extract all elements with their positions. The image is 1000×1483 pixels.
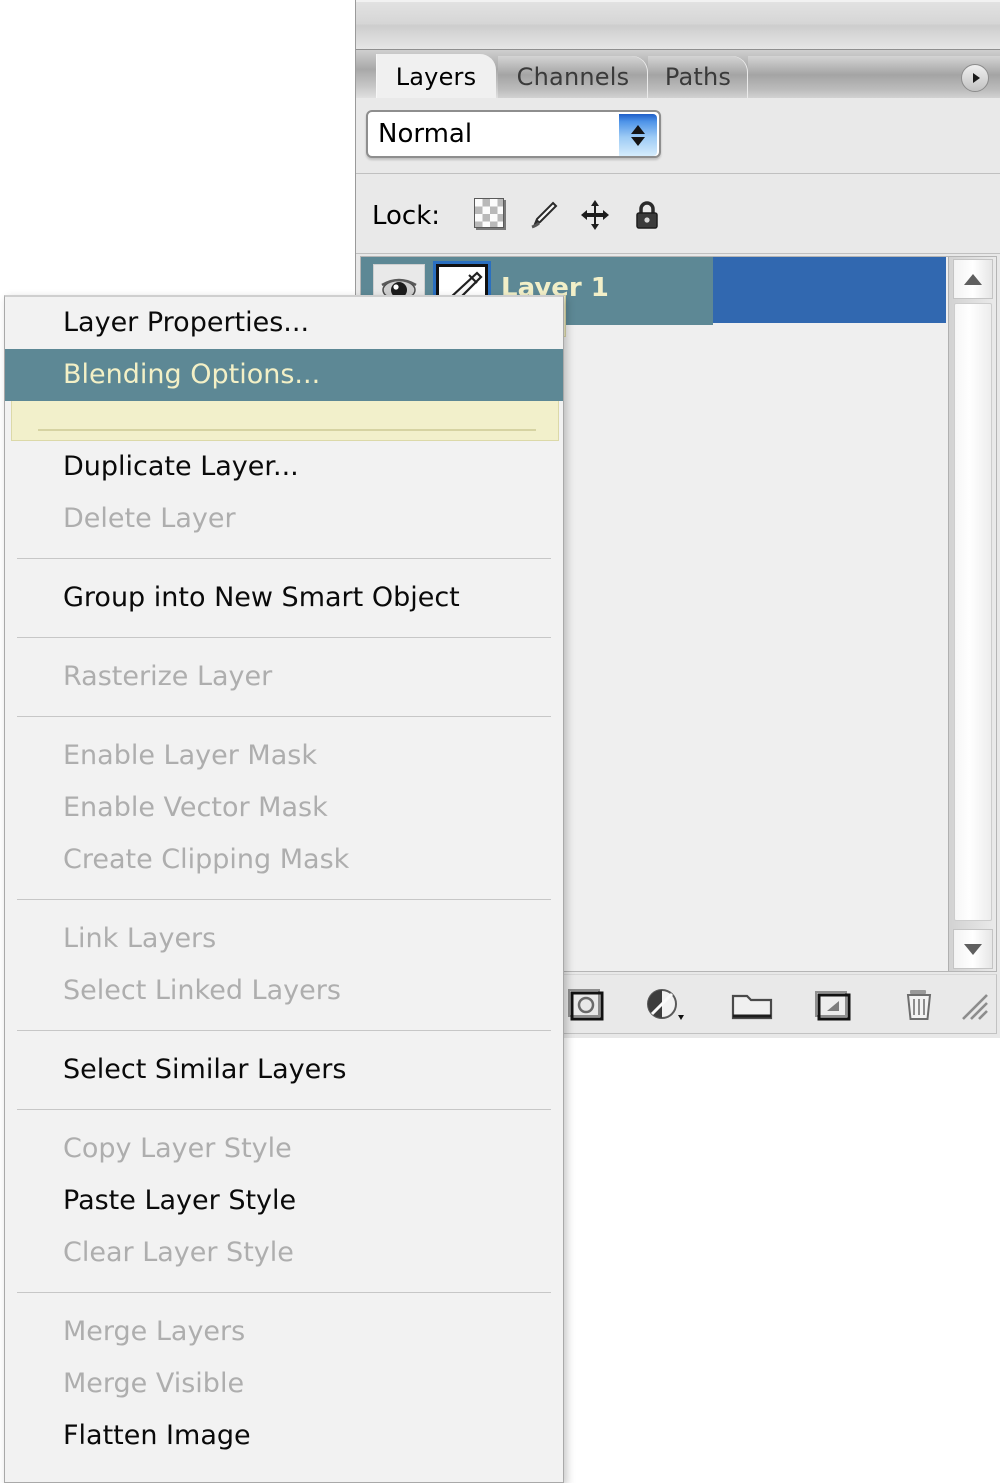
lock-transparent-pixels-icon[interactable]	[474, 198, 508, 232]
layer-context-menu[interactable]: Layer Properties... Blending Options... …	[4, 295, 564, 1483]
menu-item-flatten-image[interactable]: Flatten Image	[5, 1410, 563, 1462]
menu-item-label: Layer Properties...	[63, 307, 310, 338]
menu-item-select-linked-layers: Select Linked Layers	[5, 965, 563, 1017]
menu-item-merge-layers: Merge Layers	[5, 1306, 563, 1358]
menu-item-copy-layer-style: Copy Layer Style	[5, 1123, 563, 1175]
menu-item-blending-options[interactable]: Blending Options...	[5, 349, 563, 401]
lock-all-icon[interactable]	[630, 198, 664, 232]
blend-mode-row: Normal Opacity: 100%	[356, 98, 1000, 174]
lock-label: Lock:	[372, 201, 441, 231]
context-menu-items: Layer Properties... Blending Options... …	[5, 297, 563, 1462]
folder-icon	[731, 994, 773, 1020]
menu-item-group-into-new-smart-object[interactable]: Group into New Smart Object	[5, 572, 563, 624]
layer-mask-icon	[568, 989, 604, 1021]
lock-row: Lock:	[356, 174, 1000, 254]
menu-separator	[17, 1292, 551, 1293]
menu-item-merge-visible: Merge Visible	[5, 1358, 563, 1410]
menu-item-link-layers: Link Layers	[5, 913, 563, 965]
blend-mode-value: Normal	[378, 119, 473, 149]
adjustment-layer-icon	[647, 989, 684, 1020]
menu-item-clear-layer-style: Clear Layer Style	[5, 1227, 563, 1279]
tab-channels-label: Channels	[516, 63, 630, 91]
padlock-glyph	[636, 201, 658, 229]
menu-item-duplicate-layer[interactable]: Duplicate Layer...	[5, 441, 563, 493]
triangle-up-icon	[631, 124, 645, 134]
menu-item-enable-layer-mask: Enable Layer Mask	[5, 730, 563, 782]
triangle-right-icon	[972, 73, 980, 83]
move-cross-glyph	[581, 200, 609, 230]
menu-item-label: Merge Visible	[63, 1368, 245, 1399]
tab-paths-label: Paths	[664, 63, 732, 91]
menu-item-label: Delete Layer	[63, 503, 236, 534]
resize-grip-icon	[962, 994, 988, 1020]
menu-separator	[17, 1109, 551, 1110]
menu-item-label: Rasterize Layer	[63, 661, 273, 692]
menu-separator	[17, 558, 551, 559]
menu-item-label: Select Similar Layers	[63, 1054, 347, 1085]
triangle-down-icon	[631, 136, 645, 146]
menu-item-rasterize-layer: Rasterize Layer	[5, 651, 563, 703]
menu-item-create-clipping-mask: Create Clipping Mask	[5, 834, 563, 886]
band-spacer	[5, 401, 563, 441]
menu-item-label: Blending Options...	[63, 359, 321, 390]
menu-item-delete-layer: Delete Layer	[5, 493, 563, 545]
menu-item-layer-properties[interactable]: Layer Properties...	[5, 297, 563, 349]
menu-item-label: Create Clipping Mask	[63, 844, 350, 875]
menu-item-label: Link Layers	[63, 923, 217, 954]
menu-item-label: Flatten Image	[63, 1420, 251, 1451]
layer-row-highlight-blue	[713, 257, 946, 323]
checkerboard-glyph	[474, 198, 504, 228]
menu-item-label: Enable Layer Mask	[63, 740, 317, 771]
menu-item-label: Duplicate Layer...	[63, 451, 299, 482]
lock-position-icon[interactable]	[578, 198, 612, 232]
triangle-up-icon	[964, 273, 982, 285]
menu-item-label: Enable Vector Mask	[63, 792, 328, 823]
paintbrush-glyph	[531, 201, 558, 229]
menu-separator	[17, 1030, 551, 1031]
menu-separator	[17, 716, 551, 717]
add-layer-mask-button[interactable]	[566, 987, 606, 1023]
scrollbar-thumb[interactable]	[954, 303, 992, 921]
menu-item-label: Clear Layer Style	[63, 1237, 294, 1268]
tab-channels[interactable]: Channels	[498, 56, 648, 98]
titlebar-highlight	[356, 0, 1000, 2]
resize-grip[interactable]	[959, 989, 995, 1025]
layers-scrollbar[interactable]	[948, 257, 996, 971]
panel-titlebar	[356, 0, 1000, 50]
stepper-up-down-icon[interactable]	[619, 114, 657, 156]
triangle-down-icon	[964, 943, 982, 955]
tab-paths[interactable]: Paths	[648, 56, 748, 98]
lock-image-pixels-icon[interactable]	[526, 198, 560, 232]
tab-layers[interactable]: Layers	[376, 54, 496, 98]
new-adjustment-layer-button[interactable]	[644, 987, 690, 1023]
menu-item-enable-vector-mask: Enable Vector Mask	[5, 782, 563, 834]
blend-mode-select[interactable]: Normal	[366, 110, 661, 158]
menu-item-label: Merge Layers	[63, 1316, 246, 1347]
panel-menu-icon[interactable]	[961, 64, 989, 92]
menu-separator	[17, 637, 551, 638]
screen: Layers Channels Paths Normal Opacity:	[0, 0, 1000, 1483]
scrollbar-down-button[interactable]	[953, 929, 993, 969]
menu-item-select-similar-layers[interactable]: Select Similar Layers	[5, 1044, 563, 1096]
menu-item-paste-layer-style[interactable]: Paste Layer Style	[5, 1175, 563, 1227]
new-layer-button[interactable]	[811, 987, 857, 1023]
menu-separator	[17, 899, 551, 900]
menu-item-label: Group into New Smart Object	[63, 582, 460, 613]
menu-item-label: Select Linked Layers	[63, 975, 341, 1006]
scrollbar-up-button[interactable]	[953, 259, 993, 299]
trash-icon	[906, 990, 932, 1020]
panel-tabstrip: Layers Channels Paths	[356, 50, 1000, 98]
delete-layer-button[interactable]	[899, 987, 939, 1023]
menu-item-label: Copy Layer Style	[63, 1133, 292, 1164]
tab-layers-label: Layers	[395, 63, 477, 91]
new-group-button[interactable]	[729, 987, 775, 1023]
new-layer-icon	[815, 991, 851, 1021]
menu-item-label: Paste Layer Style	[63, 1185, 297, 1216]
